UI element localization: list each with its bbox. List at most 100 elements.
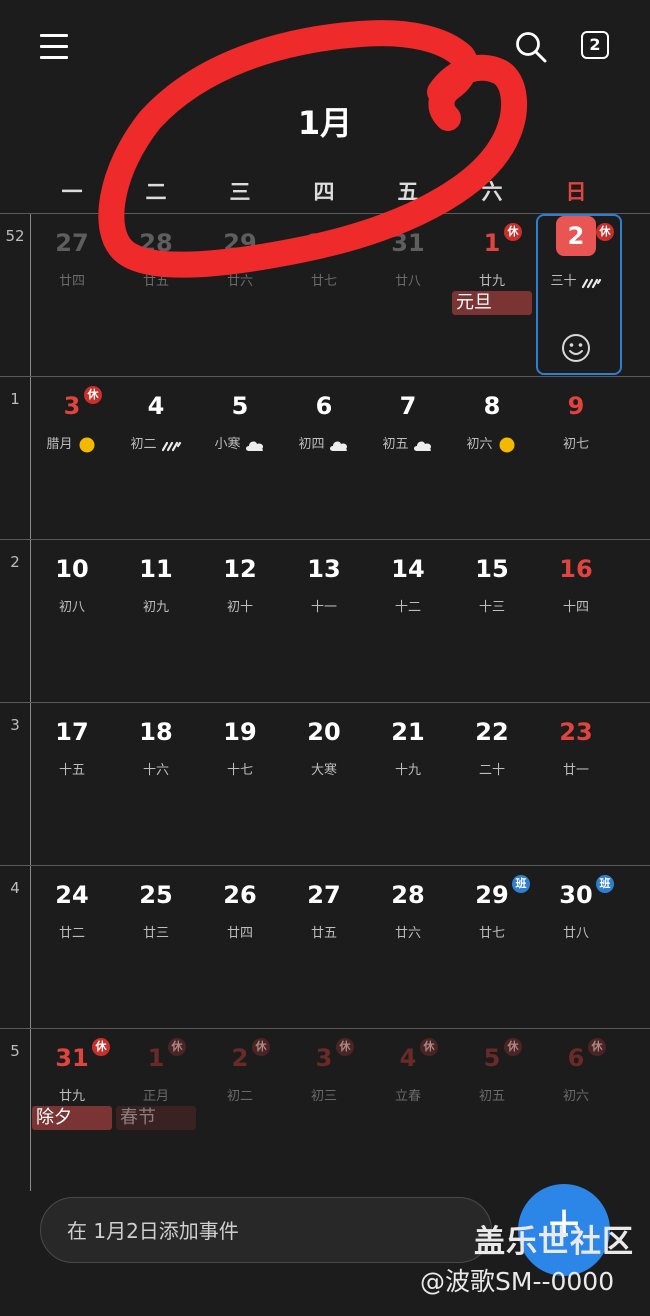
- day-cell[interactable]: 20 大寒: [282, 702, 366, 865]
- holiday-event-chip[interactable]: 元旦: [452, 291, 532, 315]
- lunar-date: 十六: [114, 759, 198, 778]
- day-cell[interactable]: 6 休初六: [534, 1028, 618, 1191]
- day-cell[interactable]: 31 休廿九 除夕: [30, 1028, 114, 1191]
- day-cell[interactable]: 1 休正月 春节: [114, 1028, 198, 1191]
- lunar-date-text: 廿八: [562, 926, 589, 941]
- week-number: 2: [10, 553, 20, 571]
- today-button[interactable]: 2: [581, 31, 609, 59]
- day-cell[interactable]: 31 廿八: [366, 213, 450, 376]
- day-cell[interactable]: 26 廿四: [198, 865, 282, 1028]
- day-number: 29: [223, 229, 257, 257]
- lunar-date-text: 廿七: [478, 926, 505, 941]
- lunar-date: 廿八: [366, 270, 450, 289]
- day-cell[interactable]: 14 十二: [366, 539, 450, 702]
- cloud-icon: [329, 441, 347, 451]
- day-cell[interactable]: 9 初七: [534, 376, 618, 539]
- holiday-badge: 休: [504, 1038, 522, 1056]
- day-cell[interactable]: 2 休初二: [198, 1028, 282, 1191]
- lunar-date: 十一: [282, 596, 366, 615]
- day-cell[interactable]: 8 初六: [450, 376, 534, 539]
- day-cell[interactable]: 1 休廿九 元旦: [450, 213, 534, 376]
- lunar-date: 廿九: [450, 270, 534, 289]
- day-cell[interactable]: 16 十四: [534, 539, 618, 702]
- day-cell[interactable]: 27 廿五: [282, 865, 366, 1028]
- workday-badge: 班: [512, 875, 530, 893]
- lunar-date: 十二: [366, 596, 450, 615]
- sun-icon: [79, 437, 94, 452]
- lunar-date-text: 廿三: [142, 926, 169, 941]
- day-number: 23: [559, 718, 593, 746]
- lunar-date-text: 正月: [142, 1089, 169, 1104]
- day-number: 14: [391, 555, 425, 583]
- day-cell[interactable]: 12 初十: [198, 539, 282, 702]
- holiday-badge: 休: [92, 1038, 110, 1056]
- day-cell[interactable]: 30 班廿八: [534, 865, 618, 1028]
- day-number: 13: [307, 555, 341, 583]
- day-cell[interactable]: 13 十一: [282, 539, 366, 702]
- day-cell[interactable]: 25 廿三: [114, 865, 198, 1028]
- day-number: 18: [139, 718, 173, 746]
- day-number: 30: [307, 229, 341, 257]
- day-cell[interactable]: 15 十三: [450, 539, 534, 702]
- day-cell[interactable]: 21 十九: [366, 702, 450, 865]
- day-cell[interactable]: 10 初八: [30, 539, 114, 702]
- day-number: 26: [223, 881, 257, 909]
- day-cell[interactable]: 7 初五: [366, 376, 450, 539]
- weekday-label: 三: [229, 180, 251, 204]
- day-cell[interactable]: 2 休三十: [534, 213, 622, 376]
- day-cell[interactable]: 28 廿五: [114, 213, 198, 376]
- holiday-badge: 休: [336, 1038, 354, 1056]
- day-cell[interactable]: 28 廿六: [366, 865, 450, 1028]
- day-cell[interactable]: 17 十五: [30, 702, 114, 865]
- lunar-date: 十四: [534, 596, 618, 615]
- lunar-date-text: 廿八: [394, 274, 421, 289]
- lunar-date-text: 大寒: [310, 763, 337, 778]
- day-number: 24: [55, 881, 89, 909]
- day-cell[interactable]: 22 二十: [450, 702, 534, 865]
- day-cell[interactable]: 27 廿四: [30, 213, 114, 376]
- month-title[interactable]: 1月: [0, 98, 650, 144]
- lunar-date: 十三: [450, 596, 534, 615]
- day-number: 5: [231, 392, 249, 420]
- add-event-bar[interactable]: [40, 1197, 492, 1263]
- day-cell[interactable]: 5 小寒: [198, 376, 282, 539]
- day-cell[interactable]: 29 廿六: [198, 213, 282, 376]
- add-event-input[interactable]: [65, 1212, 469, 1250]
- sun-icon: [499, 437, 514, 452]
- holiday-badge: 休: [588, 1038, 606, 1056]
- holiday-event-chip[interactable]: 除夕: [32, 1106, 112, 1130]
- lunar-date: 廿五: [114, 270, 198, 289]
- lunar-date: 廿六: [198, 270, 282, 289]
- lunar-date: 大寒: [282, 759, 366, 778]
- day-number: 27: [55, 229, 89, 257]
- lunar-date-text: 十三: [478, 600, 505, 615]
- day-cell[interactable]: 18 十六: [114, 702, 198, 865]
- lunar-date: 初四: [282, 433, 366, 453]
- holiday-event-chip[interactable]: 春节: [116, 1106, 196, 1130]
- day-cell[interactable]: 4 初二: [114, 376, 198, 539]
- day-cell[interactable]: 11 初九: [114, 539, 198, 702]
- day-cell[interactable]: 19 十七: [198, 702, 282, 865]
- watermark-user: @波歌SM--0000: [420, 1267, 615, 1296]
- holiday-badge: 休: [252, 1038, 270, 1056]
- day-cell[interactable]: 5 休初五: [450, 1028, 534, 1191]
- day-cell[interactable]: 24 廿二: [30, 865, 114, 1028]
- lunar-date: 廿四: [198, 922, 282, 941]
- week-number: 3: [10, 716, 20, 734]
- lunar-date: 初六: [450, 433, 534, 453]
- day-cell[interactable]: 23 廿一: [534, 702, 618, 865]
- lunar-date: 小寒: [198, 433, 282, 453]
- search-icon[interactable]: [514, 30, 548, 64]
- lunar-date-text: 二十: [478, 763, 505, 778]
- day-cell[interactable]: 6 初四: [282, 376, 366, 539]
- day-cell[interactable]: 3 休腊月: [30, 376, 114, 539]
- rain-icon: [581, 278, 601, 288]
- watermark-community: 盖乐世社区: [474, 1224, 634, 1260]
- menu-icon[interactable]: [40, 34, 68, 60]
- smiley-icon[interactable]: [561, 333, 591, 363]
- lunar-date-text: 廿五: [310, 926, 337, 941]
- day-cell[interactable]: 29 班廿七: [450, 865, 534, 1028]
- day-cell[interactable]: 30 廿七: [282, 213, 366, 376]
- day-cell[interactable]: 3 休初三: [282, 1028, 366, 1191]
- day-cell[interactable]: 4 休立春: [366, 1028, 450, 1191]
